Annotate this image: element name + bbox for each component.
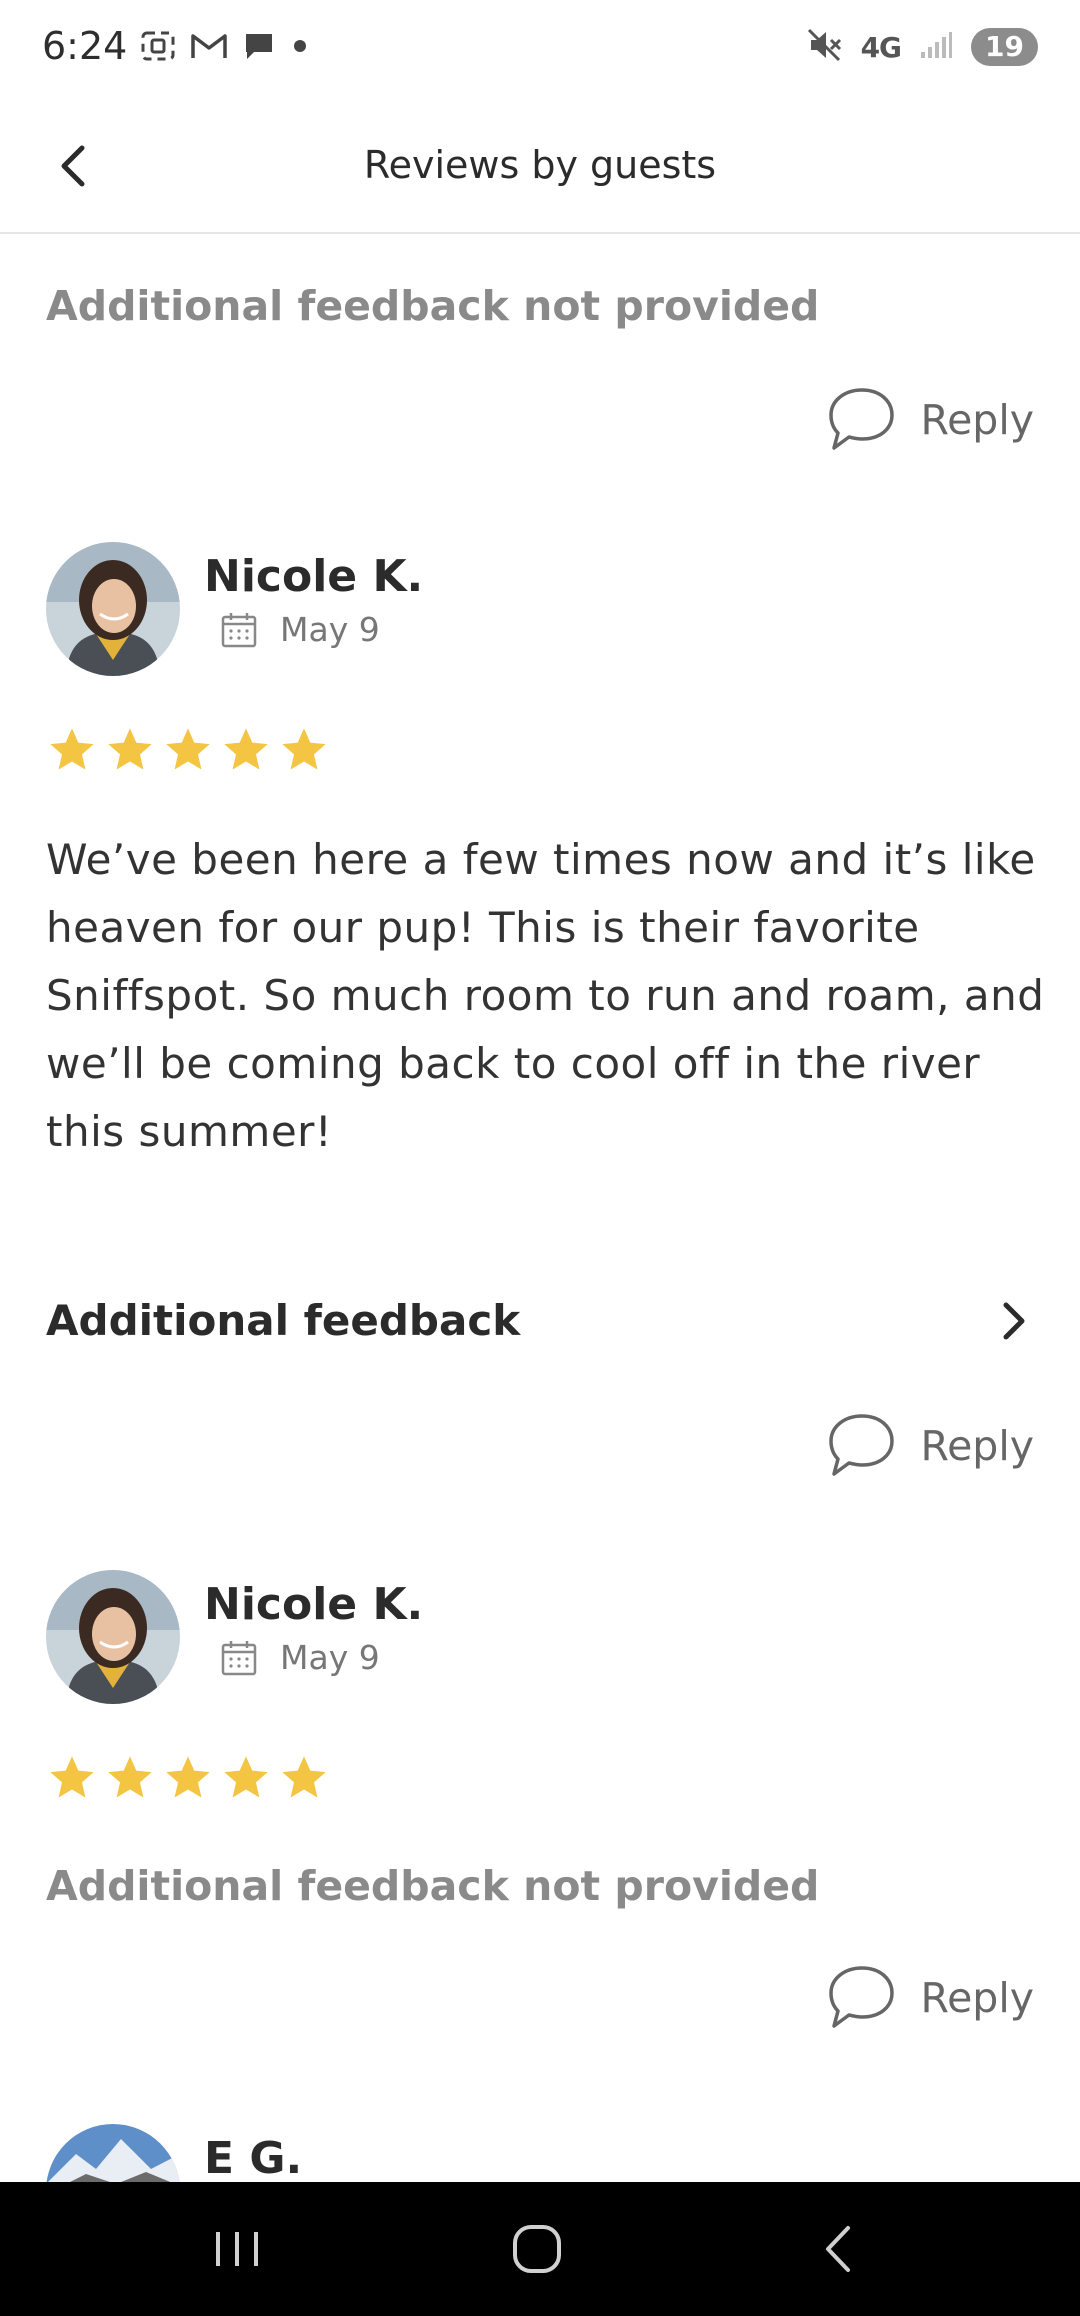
reviewer-name: Nicole K. [204, 1579, 424, 1630]
reply-button[interactable]: Reply [826, 1962, 1034, 2034]
speech-bubble-icon [829, 388, 895, 450]
avatar[interactable] [46, 1570, 180, 1704]
feedback-not-provided: Additional feedback not provided [46, 1862, 820, 1910]
speech-bubble-icon [829, 1414, 895, 1476]
status-bar: 6:24 4G 19 [0, 0, 1080, 100]
additional-feedback-label: Additional feedback [46, 1296, 521, 1345]
page-title: Reviews by guests [363, 143, 717, 187]
reviewer-header: Nicole K. May 9 [46, 1570, 423, 1704]
star-rating [46, 724, 330, 776]
gmail-icon [190, 31, 228, 65]
signal-icon [919, 30, 953, 64]
reviewer-header: Nicole K. May 9 [46, 542, 423, 676]
avatar[interactable] [46, 542, 180, 676]
system-back-button[interactable] [808, 2218, 870, 2280]
home-icon [513, 2225, 561, 2273]
status-system-icons: 4G 19 [807, 28, 1038, 66]
back-arrow-icon [826, 2226, 850, 2272]
app-header: Reviews by guests [0, 100, 1080, 234]
calendar-icon [221, 612, 257, 647]
reply-button[interactable]: Reply [826, 1410, 1034, 1482]
status-time: 6:24 [42, 24, 128, 68]
star-icon [224, 728, 268, 770]
avatar[interactable] [46, 2124, 180, 2182]
star-icon [50, 1756, 94, 1798]
star-rating [46, 1752, 330, 1804]
battery-indicator: 19 [971, 28, 1038, 66]
review-date: May 9 [280, 1638, 380, 1677]
star-icon [224, 1756, 268, 1798]
home-button[interactable] [506, 2218, 568, 2280]
mute-icon [807, 28, 843, 66]
reviewer-header: E G. [46, 2124, 302, 2182]
chat-icon [242, 30, 276, 66]
reply-button[interactable]: Reply [826, 384, 1034, 456]
reply-label: Reply [920, 1422, 1034, 1470]
reply-label: Reply [920, 396, 1034, 444]
screenshot-icon [140, 30, 176, 66]
additional-feedback-row[interactable]: Additional feedback [46, 1296, 1034, 1345]
review-text: We’ve been here a few times now and it’s… [46, 835, 1045, 1156]
reviews-list[interactable]: Additional feedback not provided Reply N… [0, 234, 1080, 2182]
reviewer-name: Nicole K. [204, 551, 424, 602]
star-icon [108, 728, 152, 770]
star-icon [166, 728, 210, 770]
system-navigation-bar [0, 2182, 1080, 2316]
chevron-right-icon [1003, 1302, 1025, 1339]
speech-bubble-icon [829, 1966, 895, 2028]
star-icon [166, 1756, 210, 1798]
recent-apps-button[interactable] [206, 2218, 268, 2280]
reply-label: Reply [920, 1974, 1034, 2022]
feedback-not-provided: Additional feedback not provided [46, 282, 820, 330]
dot-icon [290, 36, 310, 60]
network-type: 4G [860, 30, 902, 64]
recent-apps-icon [216, 2232, 258, 2266]
reviewer-name: E G. [204, 2133, 303, 2182]
star-icon [282, 1756, 326, 1798]
star-icon [108, 1756, 152, 1798]
star-icon [50, 728, 94, 770]
review-date: May 9 [280, 610, 380, 649]
status-notification-icons [140, 30, 310, 66]
calendar-icon [221, 1640, 257, 1675]
star-icon [282, 728, 326, 770]
